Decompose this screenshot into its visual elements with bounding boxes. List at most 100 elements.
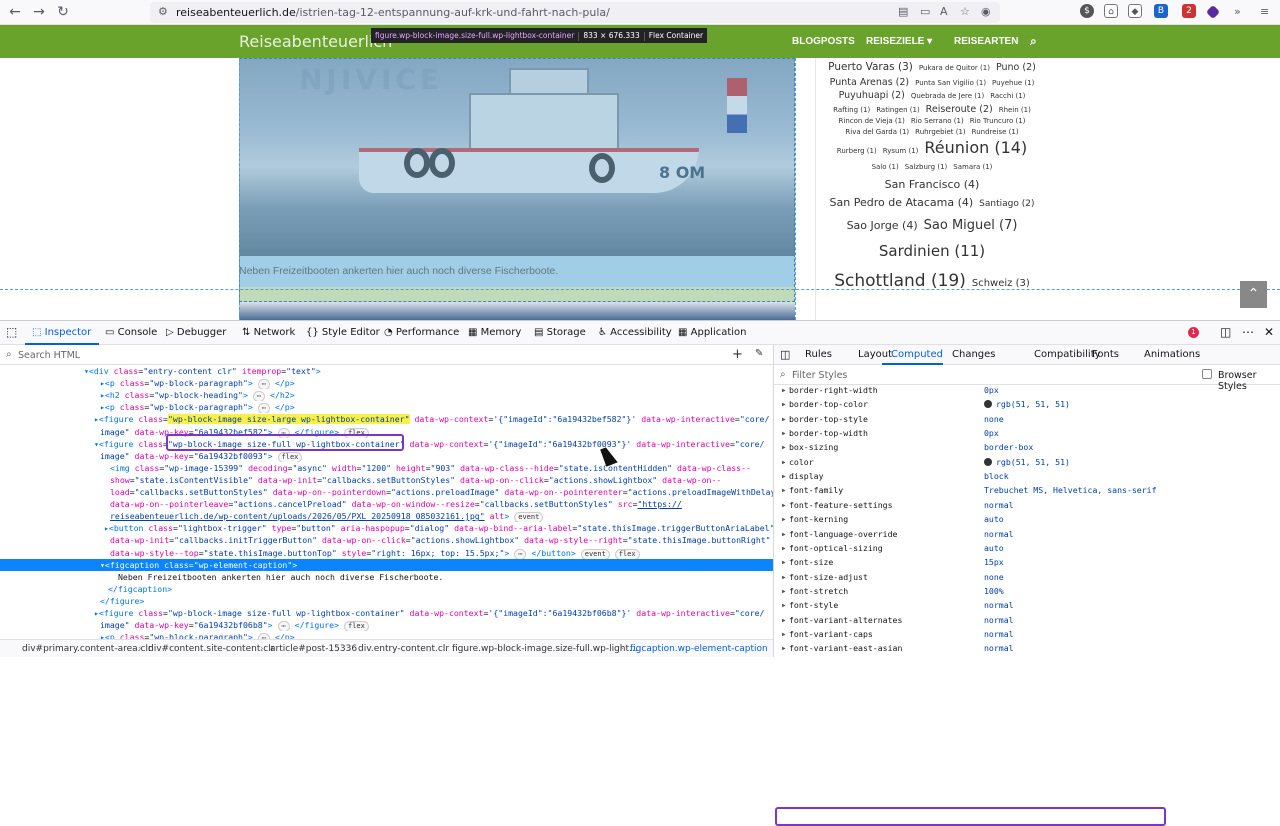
computed-property-row[interactable]: ▶ font-family Trebuchet MS, Helvetica, san… xyxy=(774,485,1280,499)
tag-link[interactable]: Salo (1) xyxy=(872,164,899,171)
notification-icon[interactable]: 2 xyxy=(1182,4,1196,18)
dock-icon[interactable]: ◫ xyxy=(1220,325,1231,339)
computed-property-row[interactable]: ▶ border-top-style none xyxy=(774,414,1280,428)
tab-layout[interactable]: Layout xyxy=(858,349,892,360)
breadcrumb-item[interactable]: figcaption.wp-element-caption xyxy=(630,644,768,654)
markup-line[interactable]: ▸<button class="lightbox-trigger" type="… xyxy=(0,522,773,534)
markup-line[interactable]: show="state.isContentVisible" data-wp-in… xyxy=(0,474,773,486)
expand-icon[interactable]: ▶ xyxy=(782,574,786,581)
expand-icon[interactable]: ▶ xyxy=(782,516,786,523)
computed-property-row[interactable]: ▶ font-variant-caps normal xyxy=(774,629,1280,643)
computed-property-row[interactable]: ▶ font-kerning auto xyxy=(774,514,1280,528)
tag-link[interactable]: Schweiz (3) xyxy=(972,279,1030,289)
tab-animations[interactable]: Animations xyxy=(1144,349,1200,360)
color-swatch-icon[interactable] xyxy=(984,457,992,466)
tag-link[interactable]: Schottland (19) xyxy=(834,273,966,290)
element-picker-icon[interactable]: ⬚ xyxy=(6,325,17,339)
tag-link[interactable]: Puerto Varas (3) xyxy=(828,62,913,73)
breadcrumb-item[interactable]: figure.wp-block-image.size-full.wp-light… xyxy=(452,644,638,654)
markup-line[interactable]: </figure> xyxy=(0,595,773,607)
markup-line[interactable]: ▸<figure class="wp-block-image size-larg… xyxy=(0,413,773,425)
reload-icon[interactable]: ↻ xyxy=(54,3,72,21)
tag-link[interactable]: Puyuhuapi (2) xyxy=(839,91,905,101)
expand-icon[interactable]: ▶ xyxy=(782,473,786,480)
tag-link[interactable]: Rhein (1) xyxy=(999,106,1031,114)
nav-reisearten[interactable]: REISEARTEN xyxy=(954,36,1018,47)
shield-icon[interactable]: ◆ xyxy=(1128,4,1142,18)
expand-icon[interactable]: ▶ xyxy=(782,387,786,394)
tag-link[interactable]: Puyehue (1) xyxy=(992,79,1034,87)
markup-line[interactable]: Neben Freizeitbooten ankerten hier auch … xyxy=(0,571,773,583)
computed-property-row[interactable]: ▶ box-sizing border-box xyxy=(774,442,1280,456)
color-swatch-icon[interactable] xyxy=(984,400,992,409)
computed-property-row[interactable]: ▶ font-size 15px xyxy=(774,557,1280,571)
tab-compatibility[interactable]: Compatibility xyxy=(1034,349,1101,360)
nav-reiseziele[interactable]: REISEZIELE ▾ xyxy=(866,36,932,47)
screenshot-icon[interactable]: ◉ xyxy=(981,5,991,18)
tab-inspector[interactable]: ⬚ Inspector xyxy=(32,327,91,338)
extensions-puzzle-icon[interactable]: ⌂ xyxy=(1104,4,1118,18)
url-bar[interactable]: ⚙ reiseabenteuerlich.de/istrien-tag-12-e… xyxy=(150,2,1000,23)
markup-line[interactable]: ▸<p class="wp-block-paragraph"> ⋯ </p> xyxy=(0,631,773,639)
translate-icon[interactable]: A xyxy=(940,5,948,18)
tag-link[interactable]: Sao Miguel (7) xyxy=(924,219,1018,232)
markup-line[interactable]: ▸<p class="wp-block-paragraph"> ⋯ </p> xyxy=(0,377,773,390)
markup-line[interactable]: ▸<h2 class="wp-block-heading"> ⋯ </h2> xyxy=(0,389,773,402)
search-icon[interactable]: ⌕ xyxy=(1030,34,1037,49)
computed-property-row[interactable]: ▶ font-stretch 100% xyxy=(774,586,1280,600)
breadcrumb-item[interactable]: div.entry-content.clr xyxy=(358,644,449,654)
computed-property-row[interactable]: ▶ display block xyxy=(774,471,1280,485)
overflow-icon[interactable]: » xyxy=(1234,5,1241,18)
tag-link[interactable]: Pukara de Quitor (1) xyxy=(919,65,990,72)
bookmark-star-icon[interactable]: ☆ xyxy=(960,5,970,18)
markup-line[interactable]: ▾<div class="entry-content clr" itemprop… xyxy=(0,365,773,377)
expand-icon[interactable]: ▶ xyxy=(782,444,786,451)
extension-icon[interactable]: $ xyxy=(1080,4,1094,18)
tag-link[interactable]: Réunion (14) xyxy=(924,140,1027,156)
page-icon[interactable]: ▭ xyxy=(920,5,930,18)
expand-icon[interactable]: ▶ xyxy=(782,430,786,437)
markup-line[interactable]: image" data-wp-key="6a19432bf06b8"> ⋯ </… xyxy=(0,619,773,632)
tag-link[interactable]: Reiseroute (2) xyxy=(926,104,993,115)
tab-storage[interactable]: ▤ Storage xyxy=(534,327,586,338)
expand-icon[interactable]: ▶ xyxy=(782,401,786,408)
expand-icon[interactable]: ▶ xyxy=(782,487,786,494)
tab-fonts[interactable]: Fonts xyxy=(1092,349,1119,360)
extension-diamond-icon[interactable] xyxy=(1205,4,1221,20)
tag-link[interactable]: Punta San Vigilio (1) xyxy=(915,79,986,87)
tag-link[interactable]: Rio Truncuro (1) xyxy=(970,118,1026,125)
site-title[interactable]: Reiseabenteuerlich xyxy=(239,32,392,51)
breadcrumb-item[interactable]: article#post-15336 xyxy=(270,644,357,654)
tab-changes[interactable]: Changes xyxy=(952,349,996,360)
more-options-icon[interactable]: ⋯ xyxy=(1242,325,1254,339)
expand-icon[interactable]: ▶ xyxy=(782,645,786,652)
tag-link[interactable]: Rysum (1) xyxy=(883,148,919,155)
tag-link[interactable]: Rincon de Vieja (1) xyxy=(839,118,905,125)
eyedropper-icon[interactable]: ✎ xyxy=(755,348,763,359)
tab-style-editor[interactable]: {} Style Editor xyxy=(306,327,380,338)
expand-icon[interactable]: ▶ xyxy=(782,531,786,538)
expand-icon[interactable]: ▶ xyxy=(782,459,786,466)
tag-link[interactable]: Samara (1) xyxy=(953,164,992,171)
markup-line[interactable]: data-wp-on--pointerleave="actions.cancel… xyxy=(0,498,773,510)
markup-line[interactable]: load="callbacks.setButtonStyles" data-wp… xyxy=(0,486,773,498)
browser-styles-checkbox[interactable] xyxy=(1202,369,1212,379)
breadcrumb-item[interactable]: div#content.site-content.clr xyxy=(148,644,274,654)
tag-link[interactable]: Puno (2) xyxy=(996,63,1036,73)
expand-icon[interactable]: ▶ xyxy=(782,559,786,566)
tag-link[interactable]: Sao Jorge (4) xyxy=(847,220,918,231)
selected-markup-line[interactable]: ▾<figcaption class="wp-element-caption"> xyxy=(0,558,773,571)
search-html-input[interactable]: Search HTML xyxy=(18,350,80,361)
next-photo[interactable] xyxy=(239,302,795,320)
tag-link[interactable]: San Pedro de Atacama (4) xyxy=(830,197,974,208)
tag-link[interactable]: Rurberg (1) xyxy=(837,148,877,155)
add-node-icon[interactable]: + xyxy=(732,347,743,362)
tag-link[interactable]: Rundreise (1) xyxy=(972,129,1019,136)
computed-property-row[interactable]: ▶ border-top-color rgb(51, 51, 51) xyxy=(774,399,1280,413)
tag-link[interactable]: San Francisco (4) xyxy=(885,179,980,190)
nav-blogposts[interactable]: BLOGPOSTS xyxy=(792,36,855,47)
computed-property-row[interactable]: ▶ font-language-override normal xyxy=(774,529,1280,543)
markup-line[interactable]: reiseabenteuerlich.de/wp-content/uploads… xyxy=(0,510,773,523)
markup-line[interactable]: ▸<figure class="wp-block-image size-full… xyxy=(0,607,773,619)
expand-icon[interactable]: ▶ xyxy=(782,416,786,423)
